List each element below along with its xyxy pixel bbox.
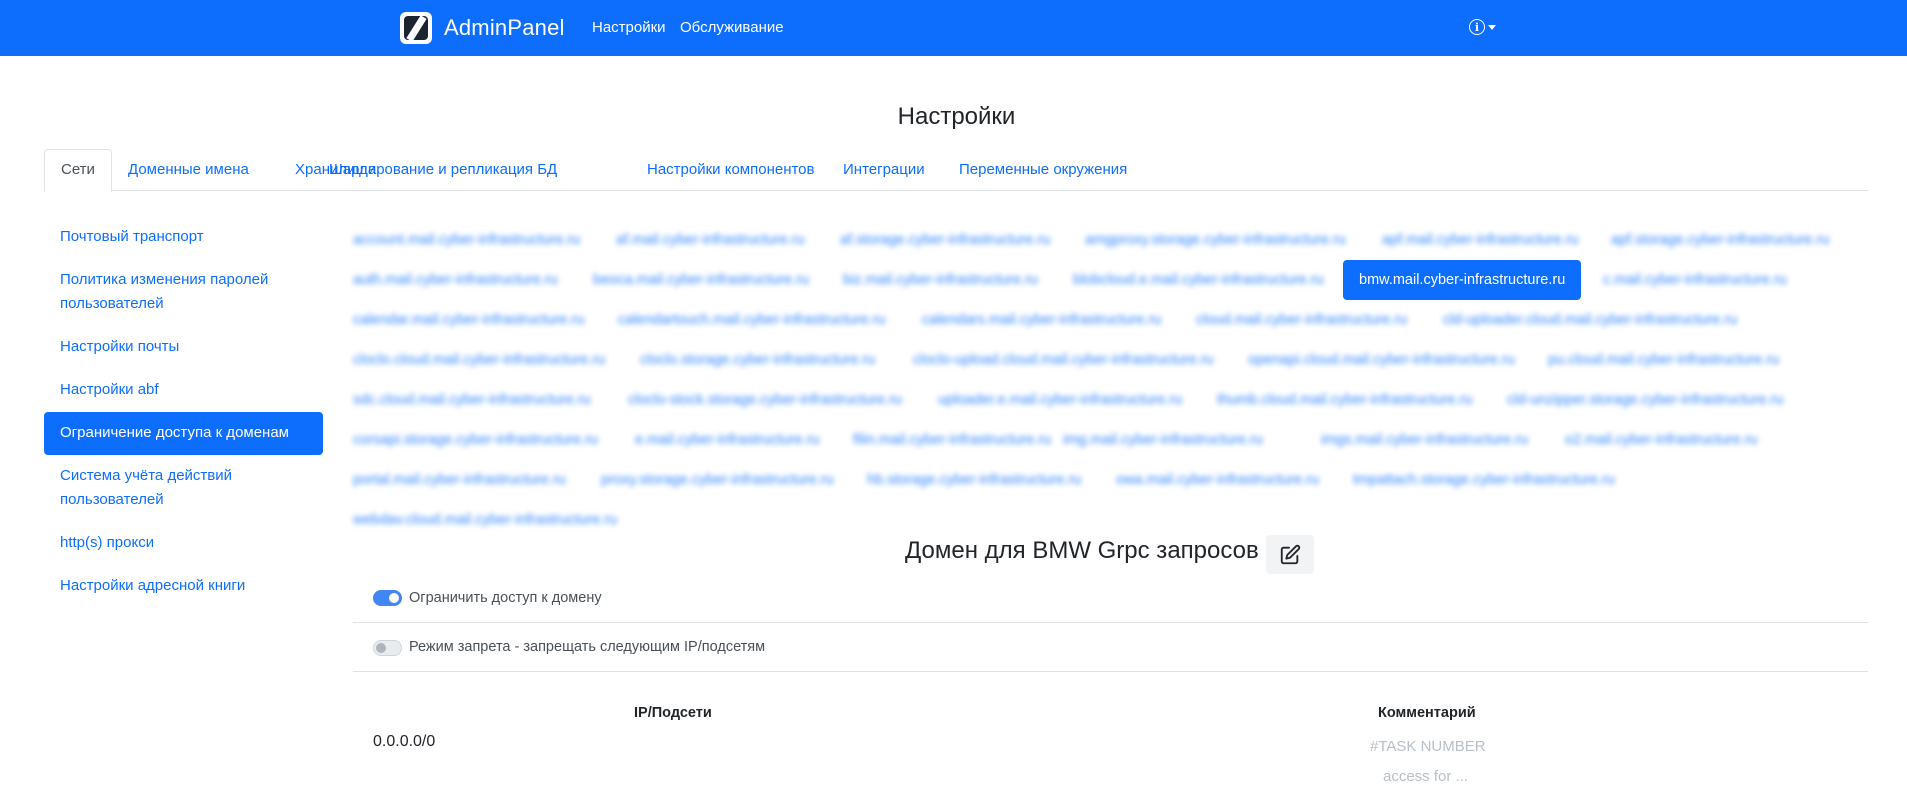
domain-chip[interactable]: apf.mail.cyber-infrastructure.ru <box>1382 223 1579 257</box>
domain-chip[interactable]: o2.mail.cyber-infrastructure.ru <box>1565 423 1758 457</box>
comment-placeholder-access[interactable]: access for ... <box>1383 768 1468 785</box>
domain-chip[interactable]: filin.mail.cyber-infrastructure.ru <box>853 423 1051 457</box>
sidebar: Почтовый транспорт Политика изменения па… <box>44 216 323 608</box>
sidebar-item-password-policy[interactable]: Политика изменения паролей пользователей <box>44 259 323 326</box>
deny-mode-label: Режим запрета - запрещать следующим IP/п… <box>409 639 766 655</box>
restrict-access-row: Ограничить доступ к домену <box>353 575 1868 623</box>
sidebar-item-domain-access[interactable]: Ограничение доступа к доменам <box>44 412 323 455</box>
domain-chip[interactable]: calendars.mail.cyber-infrastructure.ru <box>922 303 1161 337</box>
sidebar-item-audit-log[interactable]: Система учёта действий пользователей <box>44 455 323 522</box>
domain-chip[interactable]: thumb.cloud.mail.cyber-infrastructure.ru <box>1217 383 1472 417</box>
domain-chip[interactable]: openapi.cloud.mail.cyber-infrastructure.… <box>1248 343 1515 377</box>
tab-component-settings[interactable]: Настройки компонентов <box>631 149 831 191</box>
restrict-access-toggle[interactable] <box>373 590 402 606</box>
domain-chip-selected[interactable]: bmw.mail.cyber-infrastructure.ru <box>1343 260 1582 300</box>
comment-header: Комментарий <box>1378 705 1476 721</box>
tab-env-variables[interactable]: Переменные окружения <box>943 149 1143 191</box>
nav-settings-link[interactable]: Настройки <box>592 19 666 36</box>
caret-down-icon <box>1488 24 1496 30</box>
info-dropdown[interactable]: i <box>1469 19 1496 35</box>
section-title: Домен для BMW Grpc запросов <box>905 537 1259 564</box>
sidebar-item-http-proxy[interactable]: http(s) прокси <box>44 522 323 565</box>
domain-chip[interactable]: biz.mail.cyber-infrastructure.ru <box>843 263 1038 297</box>
domain-chip[interactable]: apf.storage.cyber-infrastructure.ru <box>1611 223 1829 257</box>
ip-subnets-header: IP/Подсети <box>634 705 712 721</box>
brand[interactable]: AdminPanel <box>400 12 565 44</box>
domain-row: auth.mail.cyber-infrastructure.ru beoca.… <box>353 260 1873 300</box>
domain-chip[interactable]: img.mail.cyber-infrastructure.ru <box>1063 423 1263 457</box>
domain-chip[interactable]: tmpattach.storage.cyber-infrastructure.r… <box>1353 463 1615 497</box>
domain-row: cloclo.cloud.mail.cyber-infrastructure.r… <box>353 340 1873 380</box>
domain-chip[interactable]: c.mail.cyber-infrastructure.ru <box>1603 263 1787 297</box>
domain-chip[interactable]: auth.mail.cyber-infrastructure.ru <box>353 263 558 297</box>
domain-chip[interactable]: portal.mail.cyber-infrastructure.ru <box>353 463 566 497</box>
sidebar-item-abf-settings[interactable]: Настройки abf <box>44 369 323 412</box>
domain-chip[interactable]: cloclo-stock.storage.cyber-infrastructur… <box>628 383 902 417</box>
domain-chip[interactable]: corsapi.storage.cyber-infrastructure.ru <box>353 423 598 457</box>
domain-chip[interactable]: account.mail.cyber-infrastructure.ru <box>353 223 580 257</box>
domain-chip[interactable]: hb.storage.cyber-infrastructure.ru <box>867 463 1081 497</box>
info-circle-icon: i <box>1469 19 1485 35</box>
domain-chip[interactable]: beoca.mail.cyber-infrastructure.ru <box>593 263 809 297</box>
ip-subnet-value[interactable]: 0.0.0.0/0 <box>373 733 435 751</box>
domain-chip[interactable]: cloud.mail.cyber-infrastructure.ru <box>1196 303 1407 337</box>
tab-networks[interactable]: Сети <box>44 149 112 192</box>
domain-chip[interactable]: proxy.storage.cyber-infrastructure.ru <box>601 463 834 497</box>
domain-row: account.mail.cyber-infrastructure.ru af.… <box>353 220 1873 260</box>
comment-placeholder-task[interactable]: #TASK NUMBER <box>1370 738 1486 755</box>
domain-chip[interactable]: imgs.mail.cyber-infrastructure.ru <box>1321 423 1528 457</box>
domain-row: calendar.mail.cyber-infrastructure.ru ca… <box>353 300 1873 340</box>
domain-chip[interactable]: af.storage.cyber-infrastructure.ru <box>840 223 1050 257</box>
domain-chip[interactable]: amgproxy.storage.cyber-infrastructure.ru <box>1085 223 1346 257</box>
tab-domain-names[interactable]: Доменные имена <box>112 149 265 191</box>
domain-chip[interactable]: cld-unzipper.storage.cyber-infrastructur… <box>1507 383 1783 417</box>
deny-mode-row: Режим запрета - запрещать следующим IP/п… <box>353 624 1868 672</box>
domain-row: sdc.cloud.mail.cyber-infrastructure.ru c… <box>353 380 1873 420</box>
settings-tabs: Сети Доменные имена Хранилища Шардирован… <box>44 149 1868 192</box>
domain-chip[interactable]: cloclo.storage.cyber-infrastructure.ru <box>640 343 875 377</box>
domain-chip[interactable]: sdc.cloud.mail.cyber-infrastructure.ru <box>353 383 591 417</box>
domain-row: corsapi.storage.cyber-infrastructure.ru … <box>353 420 1873 460</box>
domain-chip[interactable]: af.mail.cyber-infrastructure.ru <box>616 223 805 257</box>
domain-chip[interactable]: blobcloud.e.mail.cyber-infrastructure.ru <box>1073 263 1324 297</box>
domain-chip[interactable]: cloclo.cloud.mail.cyber-infrastructure.r… <box>353 343 605 377</box>
sidebar-item-mail-settings[interactable]: Настройки почты <box>44 326 323 369</box>
restrict-access-label: Ограничить доступ к домену <box>409 590 602 606</box>
tab-db-sharding[interactable]: Шардирование и репликация БД <box>313 149 573 191</box>
sidebar-item-mail-transport[interactable]: Почтовый транспорт <box>44 216 323 259</box>
app-logo-icon <box>400 12 432 44</box>
domain-chip[interactable]: e.mail.cyber-infrastructure.ru <box>635 423 820 457</box>
domain-chip[interactable]: uploader.e.mail.cyber-infrastructure.ru <box>938 383 1182 417</box>
domain-chip[interactable]: webdav.cloud.mail.cyber-infrastructure.r… <box>353 503 617 537</box>
sidebar-item-address-book[interactable]: Настройки адресной книги <box>44 565 323 608</box>
domain-chip[interactable]: cld-uploader.cloud.mail.cyber-infrastruc… <box>1443 303 1737 337</box>
edit-button[interactable] <box>1266 535 1314 574</box>
domain-chip[interactable]: calendar.mail.cyber-infrastructure.ru <box>353 303 584 337</box>
domain-list: account.mail.cyber-infrastructure.ru af.… <box>353 220 1873 540</box>
domain-chip[interactable]: pu.cloud.mail.cyber-infrastructure.ru <box>1548 343 1779 377</box>
edit-icon <box>1280 544 1301 564</box>
page-title: Настройки <box>897 103 1016 130</box>
brand-name[interactable]: AdminPanel <box>444 15 565 41</box>
tab-integrations[interactable]: Интеграции <box>827 149 941 191</box>
nav-maintenance-link[interactable]: Обслуживание <box>680 19 784 36</box>
top-navbar: AdminPanel Настройки Обслуживание i <box>0 0 1907 56</box>
domain-row: portal.mail.cyber-infrastructure.ru prox… <box>353 460 1873 500</box>
domain-row: webdav.cloud.mail.cyber-infrastructure.r… <box>353 500 1873 540</box>
domain-chip[interactable]: calendartouch.mail.cyber-infrastructure.… <box>618 303 886 337</box>
deny-mode-toggle[interactable] <box>373 640 402 656</box>
domain-chip[interactable]: cloclo-upload.cloud.mail.cyber-infrastru… <box>913 343 1214 377</box>
domain-chip[interactable]: owa.mail.cyber-infrastructure.ru <box>1116 463 1319 497</box>
